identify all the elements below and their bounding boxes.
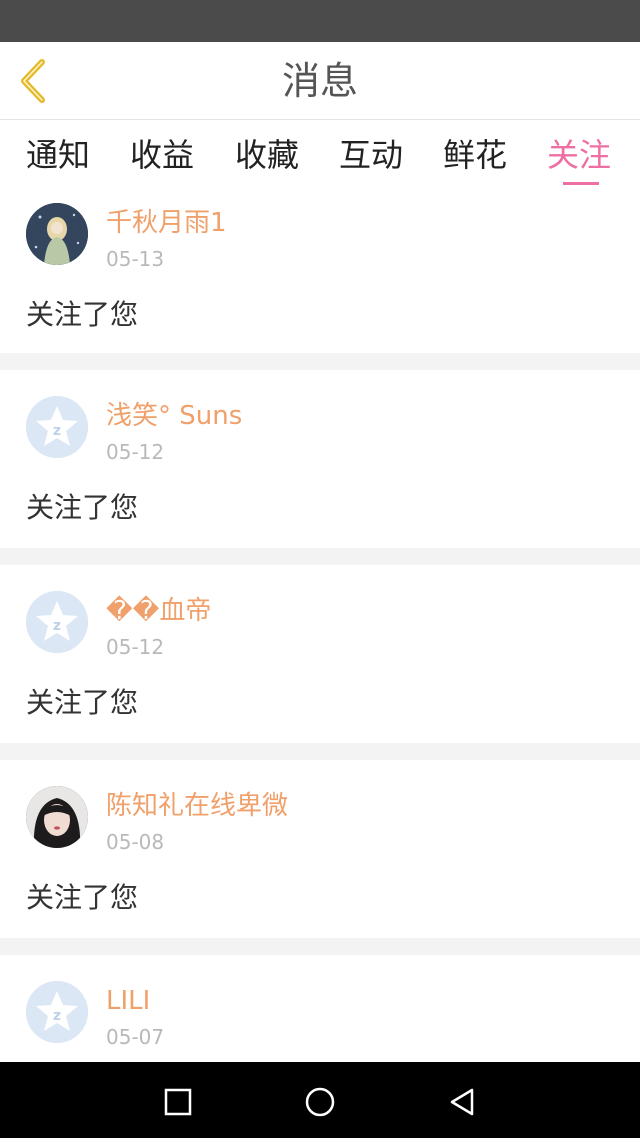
follow-date: 05-07 (106, 1025, 165, 1049)
message-list: 千秋月雨1 05-13 关注了您 z 浅笑° Suns 05-12 关注了您 z… (0, 195, 640, 1065)
user-name[interactable]: ��血帝 (106, 595, 211, 627)
default-avatar-icon: z (26, 396, 88, 458)
follow-date: 05-12 (106, 440, 165, 464)
default-avatar-icon: z (26, 591, 88, 653)
tab-earnings[interactable]: 收益 (130, 133, 194, 189)
recent-apps-button[interactable] (158, 1082, 198, 1122)
list-item[interactable]: z 浅笑° Suns 05-12 关注了您 (0, 370, 640, 548)
tab-follows[interactable]: 关注 (547, 133, 611, 189)
user-name[interactable]: 浅笑° Suns (106, 400, 242, 432)
message-text: 关注了您 (26, 881, 139, 914)
active-tab-indicator (563, 182, 599, 185)
user-name[interactable]: 千秋月雨1 (106, 207, 227, 239)
list-item[interactable]: z ��血帝 05-12 关注了您 (0, 565, 640, 743)
recent-apps-icon (164, 1088, 192, 1116)
system-navigation-bar (0, 1062, 640, 1138)
back-icon (450, 1088, 474, 1116)
divider (0, 743, 640, 760)
user-name[interactable]: 陈知礼在线卑微 (106, 790, 288, 822)
message-text: 关注了您 (26, 491, 139, 524)
tab-notifications[interactable]: 通知 (26, 133, 90, 189)
status-bar (0, 0, 640, 42)
avatar[interactable]: z (26, 396, 88, 458)
svg-text:z: z (53, 618, 61, 634)
list-item[interactable]: z LILI 05-07 (0, 955, 640, 1065)
divider (0, 548, 640, 565)
tab-flowers[interactable]: 鲜花 (443, 133, 507, 189)
follow-date: 05-13 (106, 247, 165, 271)
system-back-button[interactable] (442, 1082, 482, 1122)
home-button[interactable] (300, 1082, 340, 1122)
message-text: 关注了您 (26, 298, 139, 331)
tab-bar: 通知 收益 收藏 互动 鲜花 关注 (0, 121, 640, 195)
avatar[interactable]: z (26, 981, 88, 1043)
tab-interactions[interactable]: 互动 (339, 133, 403, 189)
tab-favorites[interactable]: 收藏 (235, 133, 299, 189)
avatar[interactable] (26, 786, 88, 848)
message-text: 关注了您 (26, 686, 139, 719)
follow-date: 05-12 (106, 635, 165, 659)
avatar[interactable] (26, 203, 88, 265)
follow-date: 05-08 (106, 830, 165, 854)
svg-text:z: z (53, 1008, 61, 1024)
user-photo-icon (26, 203, 88, 265)
divider (0, 353, 640, 370)
user-photo-icon (26, 786, 88, 848)
svg-text:z: z (53, 423, 61, 439)
title-bar: 消息 (0, 42, 640, 120)
list-item[interactable]: 陈知礼在线卑微 05-08 关注了您 (0, 760, 640, 938)
default-avatar-icon: z (26, 981, 88, 1043)
divider (0, 938, 640, 955)
user-name[interactable]: LILI (106, 985, 150, 1017)
home-icon (305, 1087, 335, 1117)
list-item[interactable]: 千秋月雨1 05-13 关注了您 (0, 195, 640, 353)
page-title: 消息 (281, 59, 358, 103)
avatar[interactable]: z (26, 591, 88, 653)
